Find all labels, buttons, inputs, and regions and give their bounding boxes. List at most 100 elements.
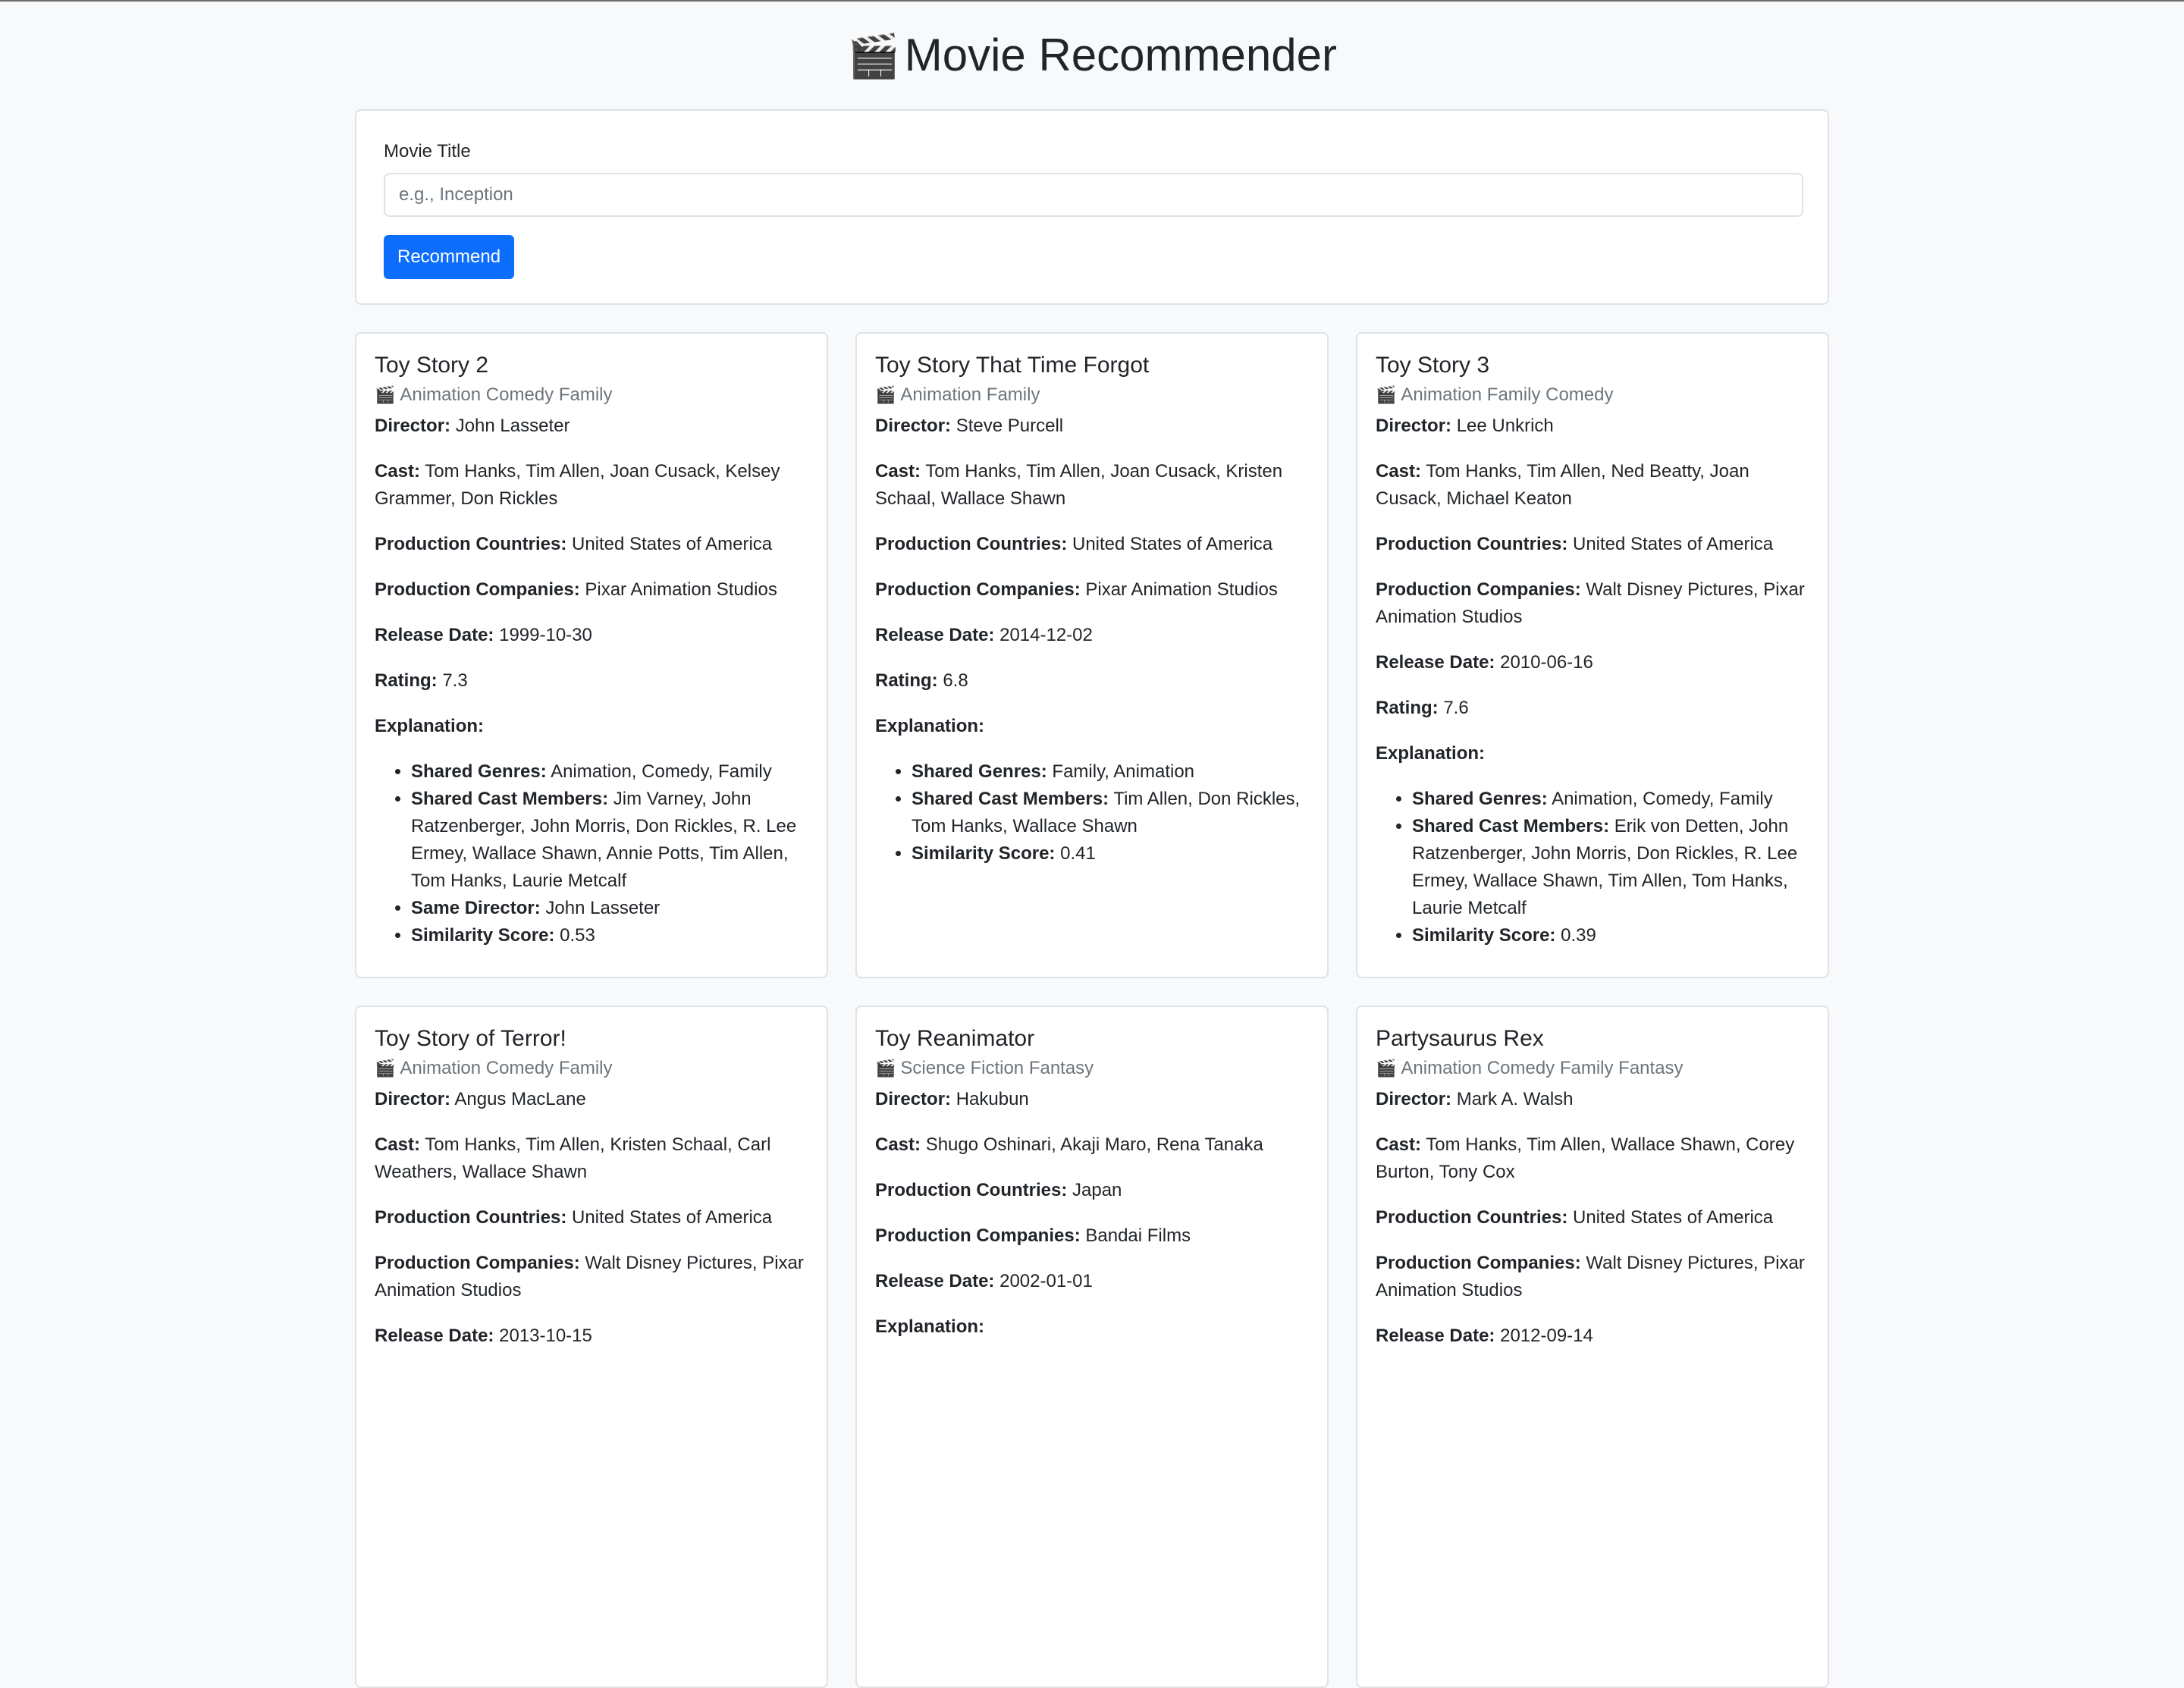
director-label: Director: bbox=[375, 416, 451, 436]
countries-line: Production Countries: United States of A… bbox=[1376, 531, 1809, 558]
clapperboard-icon: 🎬 bbox=[375, 1059, 396, 1078]
explanation-heading: Explanation: bbox=[375, 713, 808, 740]
explanation-label: Explanation: bbox=[1376, 743, 1486, 764]
clapperboard-icon: 🎬 bbox=[1376, 385, 1397, 404]
companies-value: Bandai Films bbox=[1085, 1225, 1191, 1246]
companies-line: Production Companies: Walt Disney Pictur… bbox=[1376, 1250, 1809, 1304]
cast-line: Cast: Tom Hanks, Tim Allen, Joan Cusack,… bbox=[375, 458, 808, 513]
explanation-list: Shared Genres: Animation, Comedy, Family… bbox=[411, 758, 808, 949]
movie-title: Toy Story of Terror! bbox=[375, 1026, 566, 1051]
cast-value: Tom Hanks, Tim Allen, Wallace Shawn, Cor… bbox=[1376, 1134, 1795, 1182]
countries-label: Production Countries: bbox=[375, 1207, 567, 1228]
list-item: Shared Cast Members: Jim Varney, John Ra… bbox=[411, 786, 808, 895]
release-value: 1999-10-30 bbox=[499, 625, 592, 645]
countries-line: Production Countries: United States of A… bbox=[375, 531, 808, 558]
list-item: Same Director: John Lasseter bbox=[411, 895, 808, 922]
cast-label: Cast: bbox=[375, 461, 421, 482]
movie-card: Toy Reanimator 🎬 Science Fiction Fantasy … bbox=[855, 1006, 1329, 1688]
cast-label: Cast: bbox=[375, 1134, 421, 1155]
cast-line: Cast: Tom Hanks, Tim Allen, Ned Beatty, … bbox=[1376, 458, 1809, 513]
companies-line: Production Companies: Walt Disney Pictur… bbox=[1376, 576, 1809, 631]
rating-value: 6.8 bbox=[943, 670, 968, 691]
director-value: John Lasseter bbox=[455, 416, 570, 436]
companies-label: Production Companies: bbox=[875, 1225, 1081, 1246]
movie-genres: 🎬 Science Fiction Fantasy bbox=[875, 1056, 1309, 1081]
release-value: 2002-01-01 bbox=[999, 1271, 1093, 1291]
cast-value: Tom Hanks, Tim Allen, Joan Cusack, Krist… bbox=[875, 461, 1283, 509]
countries-value: United States of America bbox=[572, 1207, 773, 1228]
cast-line: Cast: Shugo Oshinari, Akaji Maro, Rena T… bbox=[875, 1131, 1309, 1159]
list-item: Shared Genres: Family, Animation bbox=[912, 758, 1309, 786]
cast-value: Shugo Oshinari, Akaji Maro, Rena Tanaka bbox=[925, 1134, 1263, 1155]
movie-card: Toy Story That Time Forgot 🎬 Animation Fa… bbox=[855, 332, 1329, 978]
movie-genres: 🎬 Animation Comedy Family Fantasy bbox=[1376, 1056, 1809, 1081]
director-label: Director: bbox=[1376, 416, 1452, 436]
companies-label: Production Companies: bbox=[1376, 1253, 1581, 1273]
director-value: Hakubun bbox=[956, 1089, 1029, 1109]
rating-value: 7.3 bbox=[442, 670, 468, 691]
movie-genres: 🎬 Animation Comedy Family bbox=[375, 1056, 808, 1081]
release-label: Release Date: bbox=[1376, 652, 1495, 673]
companies-label: Production Companies: bbox=[875, 579, 1081, 600]
cast-label: Cast: bbox=[875, 1134, 921, 1155]
clapperboard-icon: 🎬 bbox=[375, 385, 396, 404]
shared-genres-value: Animation, Comedy, Family bbox=[1552, 789, 1773, 809]
director-label: Director: bbox=[375, 1089, 451, 1109]
movie-title: Toy Story 3 bbox=[1376, 353, 1490, 378]
director-line: Director: Angus MacLane bbox=[375, 1086, 808, 1113]
genres-text: Animation Family Comedy bbox=[1401, 384, 1614, 405]
release-line: Release Date: 2002-01-01 bbox=[875, 1268, 1309, 1295]
rating-line: Rating: 6.8 bbox=[875, 667, 1309, 695]
countries-line: Production Countries: United States of A… bbox=[375, 1204, 808, 1231]
similarity-label: Similarity Score: bbox=[912, 843, 1056, 864]
release-value: 2014-12-02 bbox=[999, 625, 1093, 645]
movie-title-input[interactable] bbox=[384, 173, 1803, 217]
explanation-label: Explanation: bbox=[875, 716, 985, 736]
release-label: Release Date: bbox=[375, 1326, 494, 1346]
countries-value: Japan bbox=[1072, 1180, 1122, 1200]
list-item: Shared Cast Members: Erik von Detten, Jo… bbox=[1412, 813, 1809, 922]
shared-cast-label: Shared Cast Members: bbox=[411, 789, 609, 809]
cast-label: Cast: bbox=[875, 461, 921, 482]
countries-value: United States of America bbox=[1072, 534, 1273, 554]
explanation-heading: Explanation: bbox=[875, 713, 1309, 740]
director-value: Mark A. Walsh bbox=[1456, 1089, 1574, 1109]
list-item: Shared Genres: Animation, Comedy, Family bbox=[411, 758, 808, 786]
release-label: Release Date: bbox=[375, 625, 494, 645]
countries-label: Production Countries: bbox=[375, 534, 567, 554]
cast-label: Cast: bbox=[1376, 1134, 1422, 1155]
movie-card: Toy Story of Terror! 🎬 Animation Comedy F… bbox=[355, 1006, 828, 1688]
director-value: Lee Unkrich bbox=[1456, 416, 1554, 436]
cast-value: Tom Hanks, Tim Allen, Ned Beatty, Joan C… bbox=[1376, 461, 1749, 509]
shared-genres-label: Shared Genres: bbox=[411, 761, 547, 782]
search-form: Movie Title Recommend bbox=[355, 109, 1829, 305]
shared-cast-label: Shared Cast Members: bbox=[912, 789, 1109, 809]
rating-label: Rating: bbox=[375, 670, 438, 691]
release-label: Release Date: bbox=[1376, 1326, 1495, 1346]
recommend-button[interactable]: Recommend bbox=[384, 235, 515, 279]
movie-genres: 🎬 Animation Family bbox=[875, 382, 1309, 408]
similarity-value: 0.41 bbox=[1060, 843, 1096, 864]
explanation-list: Shared Genres: Family, Animation Shared … bbox=[912, 758, 1309, 868]
countries-line: Production Countries: Japan bbox=[875, 1177, 1309, 1204]
movie-title: Toy Story That Time Forgot bbox=[875, 353, 1150, 378]
release-value: 2010-06-16 bbox=[1500, 652, 1593, 673]
rating-line: Rating: 7.6 bbox=[1376, 695, 1809, 722]
movie-title-label: Movie Title bbox=[384, 141, 471, 162]
shared-cast-label: Shared Cast Members: bbox=[1412, 816, 1610, 836]
movie-card: Partysaurus Rex 🎬 Animation Comedy Family… bbox=[1356, 1006, 1829, 1688]
cast-line: Cast: Tom Hanks, Tim Allen, Joan Cusack,… bbox=[875, 458, 1309, 513]
director-value: Steve Purcell bbox=[956, 416, 1064, 436]
movie-title: Toy Story 2 bbox=[375, 353, 489, 378]
list-item: Similarity Score: 0.39 bbox=[1412, 922, 1809, 949]
explanation-heading: Explanation: bbox=[1376, 740, 1809, 767]
cast-value: Tom Hanks, Tim Allen, Joan Cusack, Kelse… bbox=[375, 461, 780, 509]
explanation-heading: Explanation: bbox=[875, 1313, 1309, 1341]
shared-genres-value: Animation, Comedy, Family bbox=[551, 761, 772, 782]
results-grid: Toy Story 2 🎬 Animation Comedy Family Dir… bbox=[355, 332, 1829, 1688]
genres-text: Science Fiction Fantasy bbox=[900, 1058, 1094, 1078]
clapperboard-icon: 🎬 bbox=[875, 385, 896, 404]
companies-label: Production Companies: bbox=[375, 579, 580, 600]
list-item: Similarity Score: 0.53 bbox=[411, 922, 808, 949]
explanation-label: Explanation: bbox=[375, 716, 485, 736]
